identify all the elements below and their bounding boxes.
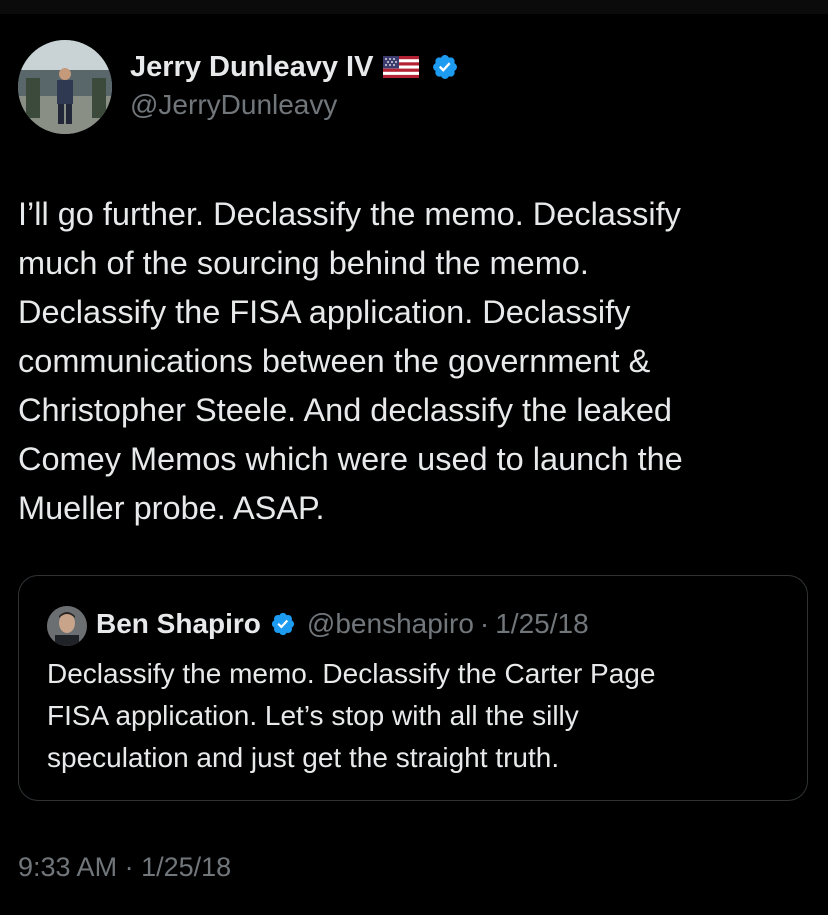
verified-badge-icon[interactable] [431,53,459,81]
quoted-tweet-card[interactable]: Ben Shapiro @benshapiro · 1/25/18 Declas… [18,575,808,801]
quoted-author-handle[interactable]: @benshapiro [307,608,474,640]
quoted-tweet-text: Declassify the memo. Declassify the Cart… [47,658,656,773]
quoted-tweet-date[interactable]: 1/25/18 [495,608,588,640]
tweet-date[interactable]: 1/25/18 [141,852,231,882]
author-name-row[interactable]: Jerry Dunleavy IV [130,50,459,84]
top-edge-bar [0,0,828,14]
quoted-author-name[interactable]: Ben Shapiro [96,608,261,640]
verified-badge-icon [271,612,295,636]
quoted-author-avatar[interactable] [47,606,87,646]
author-avatar-image [18,40,112,134]
author-display-name[interactable]: Jerry Dunleavy IV [130,51,373,84]
quoted-avatar-image [47,606,87,646]
tweet-text: I’ll go further. Declassify the memo. De… [18,196,683,526]
us-flag-icon [383,56,420,78]
tweet-time[interactable]: 9:33 AM [18,852,117,882]
timestamp-separator-dot: · [124,852,134,882]
quoted-separator-dot: · [479,608,490,639]
author-handle[interactable]: @JerryDunleavy [130,89,337,121]
author-avatar[interactable] [18,40,112,134]
tweet-timestamp[interactable]: 9:33 AM · 1/25/18 [18,852,231,883]
quoted-tweet-header: Ben Shapiro @benshapiro · 1/25/18 [96,607,589,641]
